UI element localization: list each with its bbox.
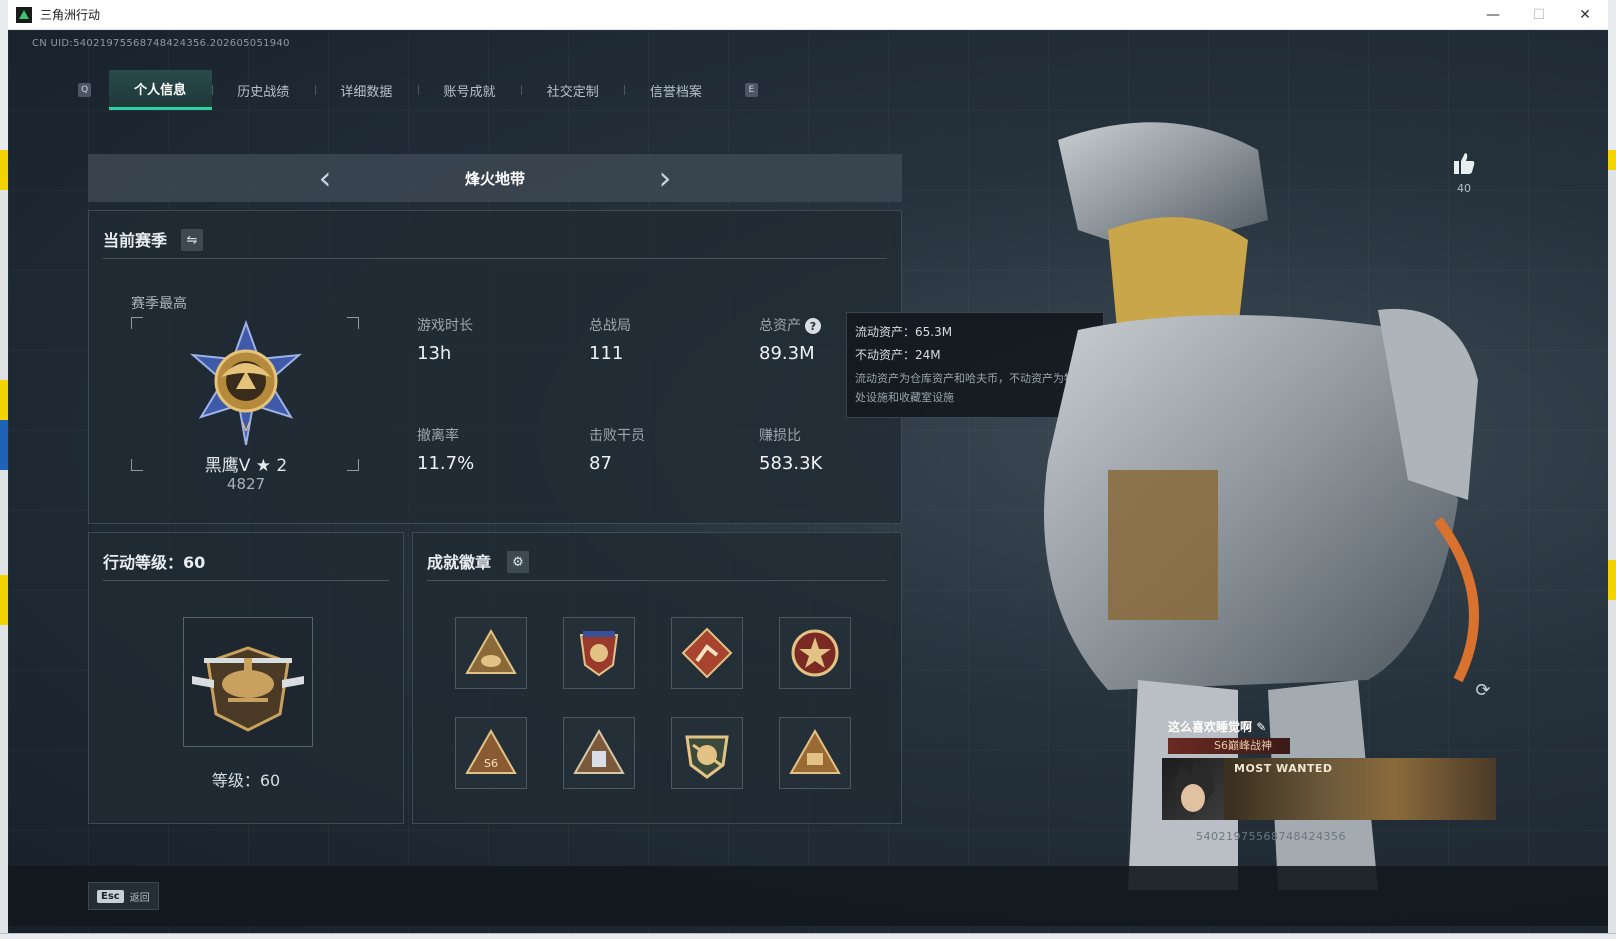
s6-triangle-badge-icon: S6 — [465, 728, 517, 774]
window-title: 三角洲行动 — [40, 8, 101, 22]
uid-text: CN UID:5402197556874842435​6.20260505194… — [32, 38, 290, 49]
esc-key: Esc — [97, 889, 124, 903]
minimize-button[interactable]: — — [1470, 0, 1516, 30]
level-badge-frame — [183, 617, 313, 747]
swap-season-button[interactable]: ⇋ — [181, 229, 203, 251]
tab-personal-info[interactable]: 个人信息 — [108, 70, 212, 110]
desktop-edge-right — [1608, 0, 1616, 939]
star-medal-icon — [791, 629, 839, 677]
maximize-button[interactable]: ☐ — [1516, 0, 1562, 30]
s6-gold-badge-icon — [789, 728, 841, 774]
achievement-badge-2[interactable] — [563, 617, 635, 689]
close-button[interactable]: ✕ — [1562, 0, 1608, 30]
tab-reputation[interactable]: 信誉档案 — [624, 70, 727, 110]
tab-history[interactable]: 历史战绩 — [211, 70, 315, 110]
like-count: 40 — [1457, 182, 1471, 195]
achievement-badge-1[interactable] — [455, 617, 527, 689]
runner-badge-icon — [681, 627, 733, 679]
mode-selector: ‹ 烽火地带 › — [88, 154, 902, 202]
thumbs-up-icon — [1454, 153, 1475, 174]
rank-name: 黑鹰V ★ 2 — [204, 456, 288, 476]
achievement-settings-button[interactable]: ⚙ — [507, 551, 529, 573]
stat-extract-rate: 撤离率 11.7% — [417, 428, 475, 474]
mode-name: 烽火地带 — [464, 169, 525, 188]
divider — [103, 580, 389, 581]
action-level-title: 行动等级：60 — [103, 553, 206, 572]
rank-medal-icon: V — [189, 320, 303, 446]
achievement-badge-5[interactable]: S6 — [455, 717, 527, 789]
achievement-badge-7[interactable] — [671, 717, 743, 789]
banner-text: MOST WANTED — [1234, 762, 1333, 775]
level-text: 等级：60 — [211, 771, 281, 790]
prev-mode-button[interactable]: ‹ — [305, 154, 345, 202]
crest-badge-icon — [685, 735, 729, 779]
profile-tabs: Q 个人信息 历史战绩 详细数据 账号成就 社交定制 信誉档案 E — [78, 70, 758, 110]
desktop-peek — [0, 933, 1616, 939]
app-logo-icon — [16, 6, 32, 23]
stat-total-matches: 总战局 111 — [589, 318, 631, 364]
achievement-badge-3[interactable] — [671, 617, 743, 689]
card-banner: MOST WANTED — [1162, 758, 1496, 820]
stat-total-assets: 总资产? 89.3M — [759, 315, 821, 364]
uid-watermark: 54021975568748424356 — [1196, 830, 1346, 843]
tab-detailed-data[interactable]: 详细数据 — [314, 70, 418, 110]
tab-social[interactable]: 社交定制 — [521, 70, 624, 110]
like-button[interactable]: 40 — [1444, 150, 1484, 195]
triangle-badge-icon — [465, 628, 517, 674]
achievement-badge-6[interactable] — [563, 717, 635, 789]
help-icon[interactable]: ? — [805, 318, 821, 334]
bottom-bar: Esc 返回 — [8, 866, 1608, 926]
avatar-icon — [1172, 762, 1214, 816]
stat-play-time: 游戏时长 13h — [417, 318, 473, 364]
achievements-title: 成就徽章 — [427, 553, 492, 572]
next-mode-button[interactable]: › — [645, 154, 685, 202]
achievement-badge-8[interactable] — [779, 717, 851, 789]
divider — [427, 580, 887, 581]
helicopter-badge-icon — [192, 646, 304, 732]
title-badge: S6巅峰战神 — [1168, 738, 1290, 754]
player-name: 这么喜欢睡觉啊 ✎ — [1168, 720, 1267, 734]
svg-text:S6: S6 — [484, 757, 498, 770]
achievement-badge-4[interactable] — [779, 617, 851, 689]
season-best-label: 赛季最高 — [131, 296, 187, 312]
avatar — [1162, 758, 1224, 820]
desktop-edge — [0, 0, 8, 939]
player-name-card[interactable]: 这么喜欢睡觉啊 ✎ S6巅峰战神 MOST WANTED 54021975568… — [1162, 716, 1496, 843]
rank-score: 4827 — [226, 475, 266, 493]
divider — [103, 258, 887, 259]
tab-key-right[interactable]: E — [744, 83, 758, 97]
stat-profit-ratio: 赚损比 583.3K — [759, 428, 823, 474]
edit-icon[interactable]: ✎ — [1256, 720, 1266, 734]
achievements-panel: 成就徽章 ⚙ S6 — [412, 532, 902, 824]
action-level-panel: 行动等级：60 等级：60 — [88, 532, 404, 824]
back-label: 返回 — [129, 892, 150, 904]
tab-key-left[interactable]: Q — [78, 83, 92, 97]
back-button[interactable]: Esc 返回 — [88, 882, 159, 910]
svg-text:V: V — [242, 420, 251, 434]
shield-badge-icon — [579, 631, 619, 677]
refresh-icon[interactable]: ⟳ — [1472, 680, 1494, 702]
season-panel: 当前赛季 ⇋ 赛季最高 V 黑鹰V ★ 2 4827 游戏时长 13h 总战局 … — [88, 210, 902, 524]
season-title: 当前赛季 — [103, 231, 168, 250]
stat-kills: 击败干员 87 — [589, 428, 645, 474]
window-titlebar: 三角洲行动 — ☐ ✕ — [8, 0, 1608, 30]
box-triangle-badge-icon — [573, 728, 625, 774]
game-viewport: CN UID:5402197556874842435​6.20260505194… — [8, 30, 1608, 933]
tab-achievements[interactable]: 账号成就 — [417, 70, 521, 110]
